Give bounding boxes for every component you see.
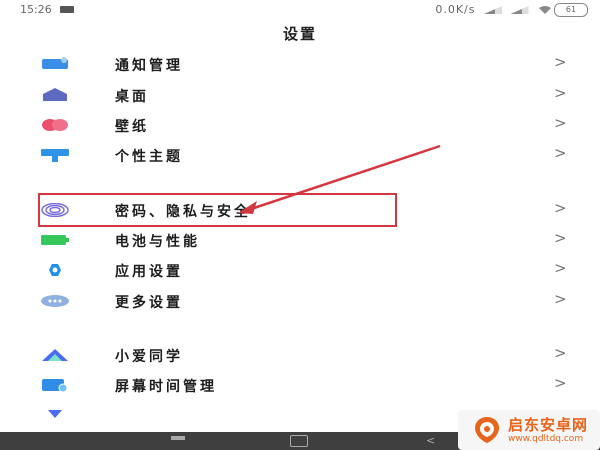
menu-nav-icon[interactable] — [171, 436, 185, 440]
watermark-logo-icon — [475, 417, 499, 443]
watermark-url: www.qdltdq.com — [508, 434, 584, 444]
watermark-title: 启东安卓网 — [508, 416, 589, 434]
watermark: 启东安卓网 www.qdltdq.com — [458, 410, 600, 450]
home-nav-icon[interactable] — [290, 435, 308, 447]
annotation-arrow — [238, 144, 441, 214]
back-nav-icon[interactable]: < — [426, 434, 435, 447]
